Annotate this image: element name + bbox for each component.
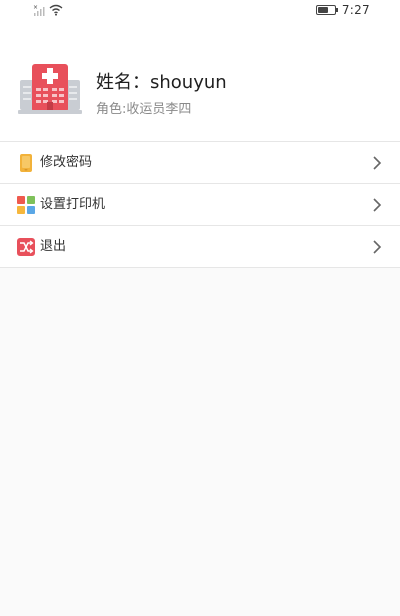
svg-text:×: ×	[33, 4, 38, 11]
app-screen: × 7:27 姓名：shouyun 角色:收运员李四 修改密码 设置打印机 退出	[0, 0, 400, 616]
wifi-icon	[49, 4, 63, 16]
phone-icon	[20, 154, 32, 172]
settings-menu: 修改密码 设置打印机 退出	[0, 142, 400, 268]
chevron-right-icon	[373, 198, 382, 212]
grid-icon	[17, 196, 35, 214]
profile-header: 姓名：shouyun 角色:收运员李四	[0, 24, 400, 142]
menu-item-label: 修改密码	[40, 155, 93, 170]
status-bar-right: 7:27	[315, 3, 370, 17]
battery-fill	[317, 7, 328, 13]
empty-content-area	[0, 268, 400, 616]
menu-item-printer-settings[interactable]: 设置打印机	[0, 184, 400, 226]
status-bar: × 7:27	[0, 0, 400, 24]
status-time: 7:27	[341, 3, 370, 17]
menu-item-label: 退出	[40, 239, 67, 254]
menu-item-logout[interactable]: 退出	[0, 226, 400, 268]
shuffle-icon	[17, 238, 35, 256]
chevron-right-icon	[373, 156, 382, 170]
battery-icon	[315, 5, 338, 15]
menu-item-label: 设置打印机	[40, 197, 106, 212]
signal-icon: ×	[33, 4, 45, 16]
user-role: 角色:收运员李四	[96, 102, 192, 117]
menu-item-change-password[interactable]: 修改密码	[0, 142, 400, 184]
hospital-icon	[18, 64, 82, 114]
status-bar-left: ×	[33, 4, 63, 16]
chevron-right-icon	[373, 240, 382, 254]
user-name: 姓名：shouyun	[96, 72, 227, 93]
